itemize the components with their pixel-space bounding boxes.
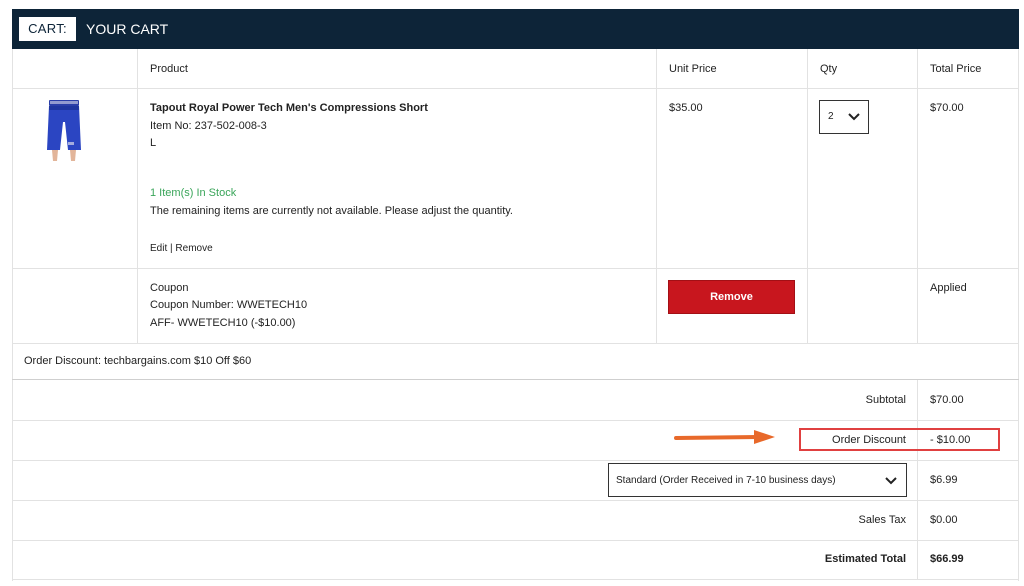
column-divider (137, 49, 138, 343)
sales-tax-label: Sales Tax (858, 514, 907, 526)
estimated-total-value: $66.99 (930, 553, 964, 565)
column-header-qty: Qty (820, 63, 838, 75)
quantity-select[interactable]: 2 (819, 100, 869, 134)
order-discount-label: Order Discount (832, 434, 906, 446)
quantity-value: 2 (828, 111, 834, 122)
column-divider (917, 49, 918, 343)
shipping-value: $6.99 (930, 474, 958, 486)
column-header-product: Product (150, 63, 188, 75)
cart-title: YOUR CART (86, 21, 169, 37)
row-divider (12, 420, 1019, 421)
row-divider (12, 379, 1019, 380)
product-thumbnail[interactable] (44, 98, 84, 164)
availability-notice: The remaining items are currently not av… (150, 205, 513, 217)
column-header-unit-price: Unit Price (669, 63, 717, 75)
subtotal-label: Subtotal (865, 394, 906, 406)
stock-status: 1 Item(s) In Stock (150, 187, 237, 199)
remove-item-link[interactable]: Remove (175, 243, 212, 254)
order-discount-value: - $10.00 (930, 434, 971, 446)
estimated-total-label: Estimated Total (824, 553, 906, 565)
coupon-label: Coupon (150, 282, 189, 294)
coupon-number: Coupon Number: WWETECH10 (150, 299, 308, 311)
coupon-status: Applied (930, 282, 967, 294)
row-divider (12, 579, 1019, 580)
item-total-price: $70.00 (930, 102, 964, 114)
chevron-down-icon (885, 477, 897, 485)
row-divider (12, 88, 1019, 89)
row-divider (12, 268, 1019, 269)
row-divider (12, 460, 1019, 461)
sales-tax-value: $0.00 (930, 514, 958, 526)
item-actions: Edit | Remove (150, 242, 213, 256)
column-divider (807, 49, 808, 343)
edit-link[interactable]: Edit (150, 243, 167, 254)
product-name[interactable]: Tapout Royal Power Tech Men's Compressio… (150, 101, 428, 115)
column-header-total-price: Total Price (930, 63, 982, 75)
column-divider (917, 380, 918, 580)
remove-coupon-button[interactable]: Remove (668, 280, 795, 314)
cart-tag: CART: (19, 17, 76, 41)
order-discount-note: Order Discount: techbargains.com $10 Off… (24, 355, 252, 367)
chevron-down-icon (848, 113, 860, 121)
shipping-method-select[interactable]: Standard (Order Received in 7-10 busines… (608, 463, 907, 497)
row-divider (12, 343, 1019, 344)
item-size: L (150, 137, 157, 149)
coupon-detail: AFF- WWETECH10 (-$10.00) (150, 317, 296, 329)
shipping-method-value: Standard (Order Received in 7-10 busines… (616, 475, 836, 486)
cart-header: CART: YOUR CART (12, 9, 1019, 49)
action-separator: | (170, 243, 173, 254)
subtotal-value: $70.00 (930, 394, 964, 406)
unit-price: $35.00 (669, 102, 703, 114)
column-divider (656, 49, 657, 343)
item-number: Item No: 237-502-008-3 (150, 120, 267, 132)
row-divider (12, 500, 1019, 501)
row-divider (12, 540, 1019, 541)
